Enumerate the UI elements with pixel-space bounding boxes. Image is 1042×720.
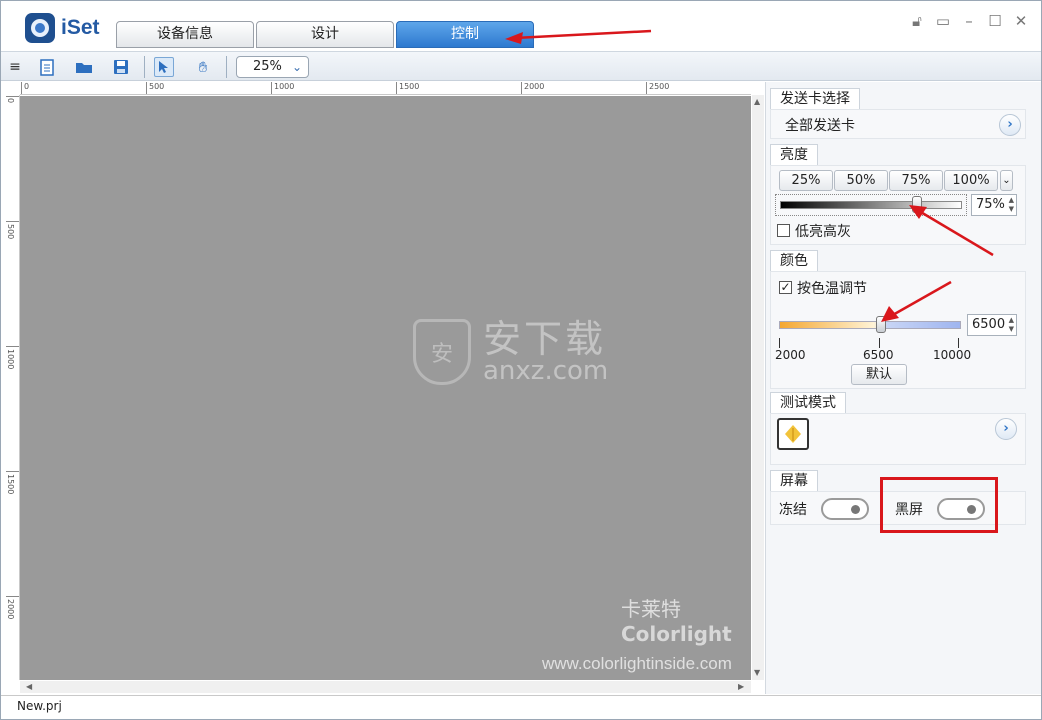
brightness-title: 亮度 xyxy=(770,144,818,165)
test-pattern-icon xyxy=(785,425,801,443)
low-gray-checkbox[interactable] xyxy=(777,224,790,237)
window-controls: 🔓︎ ▭ – ☐ ✕ xyxy=(909,13,1029,29)
select-pointer-icon[interactable] xyxy=(154,57,174,77)
open-folder-icon[interactable] xyxy=(74,57,94,77)
color-temp-spinbox[interactable]: 6500 ▲ ▼ xyxy=(967,314,1017,336)
app-name: iSet xyxy=(61,16,100,39)
sending-card-section: 全部发送卡 › xyxy=(770,109,1026,139)
zoom-select[interactable]: 25% ⌄ xyxy=(236,56,309,78)
ruler-label: 1500 xyxy=(6,474,15,495)
watermark: 安 安下载 anxz.com xyxy=(413,319,608,385)
brightness-dropdown-icon[interactable]: ⌄ xyxy=(1000,170,1013,191)
vertical-scrollbar[interactable]: ▲ ▼ xyxy=(752,95,764,680)
tab-device-info[interactable]: 设备信息 xyxy=(116,21,254,48)
vertical-ruler: 0 500 1000 1500 2000 xyxy=(5,95,20,680)
watermark-en: anxz.com xyxy=(483,356,609,386)
zoom-value: 25% xyxy=(253,59,282,74)
brand-cn: 卡莱特 xyxy=(621,597,681,621)
shield-icon: 安 xyxy=(413,319,471,385)
control-panel: 发送卡选择 全部发送卡 › 亮度 25% 50% 75% 100% ⌄ 75% … xyxy=(765,82,1041,694)
low-gray-label: 低亮高灰 xyxy=(795,224,851,240)
sending-card-title: 发送卡选择 xyxy=(770,88,860,109)
brightness-50-button[interactable]: 50% xyxy=(834,170,888,191)
scroll-down-icon[interactable]: ▼ xyxy=(754,668,760,677)
horizontal-scrollbar[interactable]: ◀ ▶ xyxy=(20,681,751,693)
brand-en: Colorlight xyxy=(621,622,732,646)
toolbar: ≡ ✋︎ 25% ⌄ xyxy=(1,51,1041,81)
new-file-icon[interactable] xyxy=(37,57,57,77)
tab-design[interactable]: 设计 xyxy=(256,21,394,48)
color-title: 颜色 xyxy=(770,250,818,271)
title-bar: iSet 设备信息 设计 控制 🔓︎ ▭ – ☐ ✕ xyxy=(1,1,1041,51)
color-scale-mid: 6500 xyxy=(863,348,894,362)
ruler-label: 2500 xyxy=(649,82,670,91)
status-bar: New.prj xyxy=(1,695,1041,719)
sending-card-value: 全部发送卡 xyxy=(785,118,855,134)
ruler-label: 0 xyxy=(6,98,15,104)
annotation-arrow-icon xyxy=(881,280,952,322)
freeze-label: 冻结 xyxy=(779,502,807,518)
scroll-left-icon[interactable]: ◀ xyxy=(26,682,32,691)
lock-icon[interactable]: 🔓︎ xyxy=(909,13,925,29)
ruler-label: 1000 xyxy=(6,349,15,370)
ruler-label: 2000 xyxy=(524,82,545,91)
minimize-icon[interactable]: – xyxy=(961,13,977,29)
app-logo: iSet xyxy=(25,13,100,43)
app-window: iSet 设备信息 设计 控制 🔓︎ ▭ – ☐ ✕ ≡ ✋︎ 25% ⌄ 0 … xyxy=(0,0,1042,720)
main-tabs: 设备信息 设计 控制 xyxy=(116,21,536,48)
spin-arrows-icon[interactable]: ▲ ▼ xyxy=(1009,196,1014,214)
test-mode-next-button[interactable]: › xyxy=(995,418,1017,440)
scroll-right-icon[interactable]: ▶ xyxy=(738,682,744,691)
ruler-label: 500 xyxy=(6,224,15,240)
ruler-label: 0 xyxy=(24,82,30,91)
project-filename: New.prj xyxy=(17,699,62,713)
screen-title: 屏幕 xyxy=(770,470,818,491)
color-scale-min: 2000 xyxy=(775,348,806,362)
color-temp-value: 6500 xyxy=(972,317,1006,332)
close-icon[interactable]: ✕ xyxy=(1013,13,1029,29)
highlight-box xyxy=(880,477,998,533)
ruler-label: 500 xyxy=(149,82,165,91)
color-scale-max: 10000 xyxy=(933,348,972,362)
scroll-up-icon[interactable]: ▲ xyxy=(754,97,760,106)
color-temp-checkbox[interactable]: ✓ xyxy=(779,281,792,294)
brightness-75-button[interactable]: 75% xyxy=(889,170,943,191)
brand-watermark: 卡莱特 Colorlight xyxy=(561,593,732,646)
watermark-cn: 安下载 xyxy=(483,317,607,361)
maximize-icon[interactable]: ☐ xyxy=(987,13,1003,29)
brightness-25-button[interactable]: 25% xyxy=(779,170,833,191)
default-button[interactable]: 默认 xyxy=(851,364,907,385)
hand-pan-icon[interactable]: ✋︎ xyxy=(193,57,213,77)
chevron-down-icon: ⌄ xyxy=(291,60,302,74)
menu-icon[interactable]: ≡ xyxy=(5,57,25,77)
design-canvas[interactable]: 安 安下载 anxz.com 卡莱特 Colorlight www.colorl… xyxy=(20,96,751,680)
spin-arrows-icon[interactable]: ▲ ▼ xyxy=(1009,316,1014,334)
brand-url: www.colorlightinside.com xyxy=(542,654,732,673)
horizontal-ruler: 0 500 1000 1500 2000 2500 xyxy=(20,82,751,95)
annotation-arrow-icon xyxy=(505,29,652,44)
test-mode-title: 测试模式 xyxy=(770,392,846,413)
monitor-icon[interactable]: ▭ xyxy=(935,13,951,29)
save-icon[interactable] xyxy=(111,57,131,77)
color-temp-label: 按色温调节 xyxy=(797,281,867,297)
freeze-toggle[interactable] xyxy=(821,498,869,520)
brightness-100-button[interactable]: 100% xyxy=(944,170,998,191)
ruler-label: 2000 xyxy=(6,599,15,620)
test-pattern-button[interactable] xyxy=(777,418,809,450)
test-mode-section: › xyxy=(770,413,1026,465)
logo-icon xyxy=(25,13,55,43)
ruler-label: 1000 xyxy=(274,82,295,91)
ruler-label: 1500 xyxy=(399,82,420,91)
annotation-arrow-icon xyxy=(909,205,994,257)
sending-card-next-button[interactable]: › xyxy=(999,114,1021,136)
